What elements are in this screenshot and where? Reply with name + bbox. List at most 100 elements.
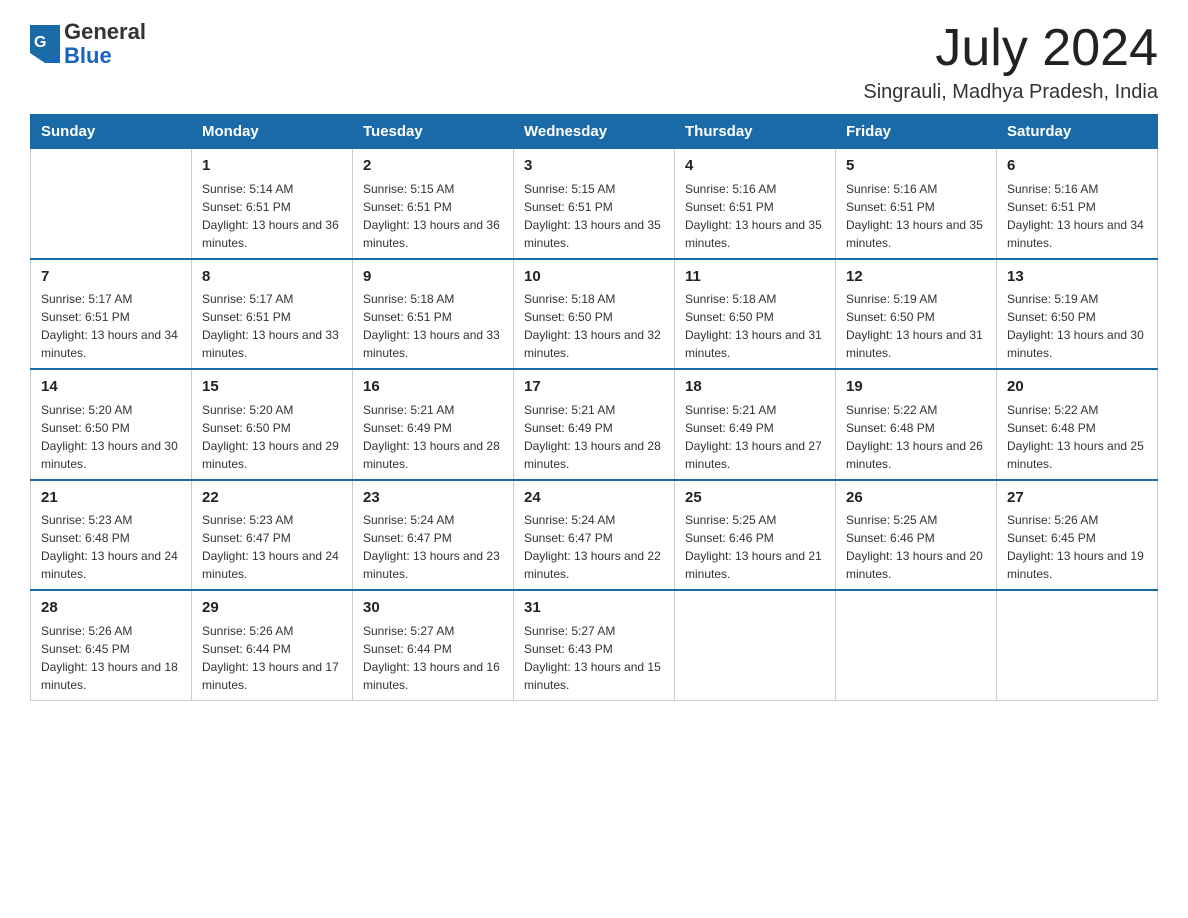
- calendar-cell: 20Sunrise: 5:22 AMSunset: 6:48 PMDayligh…: [997, 369, 1158, 480]
- calendar-cell: 27Sunrise: 5:26 AMSunset: 6:45 PMDayligh…: [997, 480, 1158, 591]
- calendar-cell: 5Sunrise: 5:16 AMSunset: 6:51 PMDaylight…: [836, 149, 997, 259]
- header-thursday: Thursday: [675, 115, 836, 149]
- header-tuesday: Tuesday: [353, 115, 514, 149]
- day-number: 26: [846, 487, 986, 510]
- day-info: Sunrise: 5:18 AMSunset: 6:50 PMDaylight:…: [685, 290, 825, 362]
- calendar-cell: 24Sunrise: 5:24 AMSunset: 6:47 PMDayligh…: [514, 480, 675, 591]
- day-info: Sunrise: 5:17 AMSunset: 6:51 PMDaylight:…: [202, 290, 342, 362]
- week-row-2: 7Sunrise: 5:17 AMSunset: 6:51 PMDaylight…: [31, 259, 1158, 370]
- calendar-cell: [31, 149, 192, 259]
- day-number: 28: [41, 597, 181, 620]
- day-number: 14: [41, 376, 181, 399]
- day-number: 5: [846, 155, 986, 178]
- day-info: Sunrise: 5:24 AMSunset: 6:47 PMDaylight:…: [363, 511, 503, 583]
- calendar-cell: 1Sunrise: 5:14 AMSunset: 6:51 PMDaylight…: [192, 149, 353, 259]
- day-number: 23: [363, 487, 503, 510]
- logo-blue-text: Blue: [64, 44, 146, 68]
- calendar-cell: 14Sunrise: 5:20 AMSunset: 6:50 PMDayligh…: [31, 369, 192, 480]
- calendar-cell: 31Sunrise: 5:27 AMSunset: 6:43 PMDayligh…: [514, 590, 675, 700]
- day-number: 4: [685, 155, 825, 178]
- day-info: Sunrise: 5:19 AMSunset: 6:50 PMDaylight:…: [1007, 290, 1147, 362]
- week-row-5: 28Sunrise: 5:26 AMSunset: 6:45 PMDayligh…: [31, 590, 1158, 700]
- header-friday: Friday: [836, 115, 997, 149]
- day-number: 1: [202, 155, 342, 178]
- day-number: 18: [685, 376, 825, 399]
- day-info: Sunrise: 5:26 AMSunset: 6:45 PMDaylight:…: [41, 622, 181, 694]
- day-info: Sunrise: 5:25 AMSunset: 6:46 PMDaylight:…: [846, 511, 986, 583]
- calendar-cell: 4Sunrise: 5:16 AMSunset: 6:51 PMDaylight…: [675, 149, 836, 259]
- calendar-cell: 9Sunrise: 5:18 AMSunset: 6:51 PMDaylight…: [353, 259, 514, 370]
- calendar-cell: [836, 590, 997, 700]
- day-info: Sunrise: 5:22 AMSunset: 6:48 PMDaylight:…: [846, 401, 986, 473]
- day-number: 25: [685, 487, 825, 510]
- day-info: Sunrise: 5:21 AMSunset: 6:49 PMDaylight:…: [685, 401, 825, 473]
- day-number: 11: [685, 266, 825, 289]
- calendar-cell: 2Sunrise: 5:15 AMSunset: 6:51 PMDaylight…: [353, 149, 514, 259]
- day-number: 16: [363, 376, 503, 399]
- header-sunday: Sunday: [31, 115, 192, 149]
- calendar-cell: [997, 590, 1158, 700]
- day-info: Sunrise: 5:14 AMSunset: 6:51 PMDaylight:…: [202, 180, 342, 252]
- month-title: July 2024: [863, 20, 1158, 77]
- column-headers: SundayMondayTuesdayWednesdayThursdayFrid…: [31, 115, 1158, 149]
- day-info: Sunrise: 5:15 AMSunset: 6:51 PMDaylight:…: [524, 180, 664, 252]
- week-row-4: 21Sunrise: 5:23 AMSunset: 6:48 PMDayligh…: [31, 480, 1158, 591]
- logo-icon: G: [30, 25, 60, 63]
- day-info: Sunrise: 5:21 AMSunset: 6:49 PMDaylight:…: [363, 401, 503, 473]
- day-info: Sunrise: 5:25 AMSunset: 6:46 PMDaylight:…: [685, 511, 825, 583]
- day-info: Sunrise: 5:22 AMSunset: 6:48 PMDaylight:…: [1007, 401, 1147, 473]
- day-number: 22: [202, 487, 342, 510]
- calendar-table: SundayMondayTuesdayWednesdayThursdayFrid…: [30, 114, 1158, 701]
- calendar-cell: 25Sunrise: 5:25 AMSunset: 6:46 PMDayligh…: [675, 480, 836, 591]
- calendar-cell: 11Sunrise: 5:18 AMSunset: 6:50 PMDayligh…: [675, 259, 836, 370]
- calendar-cell: 13Sunrise: 5:19 AMSunset: 6:50 PMDayligh…: [997, 259, 1158, 370]
- day-info: Sunrise: 5:18 AMSunset: 6:50 PMDaylight:…: [524, 290, 664, 362]
- calendar-cell: 21Sunrise: 5:23 AMSunset: 6:48 PMDayligh…: [31, 480, 192, 591]
- location-subtitle: Singrauli, Madhya Pradesh, India: [863, 81, 1158, 104]
- day-number: 6: [1007, 155, 1147, 178]
- header-wednesday: Wednesday: [514, 115, 675, 149]
- day-number: 13: [1007, 266, 1147, 289]
- day-number: 29: [202, 597, 342, 620]
- svg-text:G: G: [34, 34, 46, 51]
- day-number: 3: [524, 155, 664, 178]
- calendar-cell: 19Sunrise: 5:22 AMSunset: 6:48 PMDayligh…: [836, 369, 997, 480]
- header-saturday: Saturday: [997, 115, 1158, 149]
- day-info: Sunrise: 5:19 AMSunset: 6:50 PMDaylight:…: [846, 290, 986, 362]
- calendar-cell: 7Sunrise: 5:17 AMSunset: 6:51 PMDaylight…: [31, 259, 192, 370]
- title-block: July 2024 Singrauli, Madhya Pradesh, Ind…: [863, 20, 1158, 104]
- calendar-cell: 26Sunrise: 5:25 AMSunset: 6:46 PMDayligh…: [836, 480, 997, 591]
- calendar-cell: 10Sunrise: 5:18 AMSunset: 6:50 PMDayligh…: [514, 259, 675, 370]
- day-info: Sunrise: 5:16 AMSunset: 6:51 PMDaylight:…: [685, 180, 825, 252]
- day-number: 8: [202, 266, 342, 289]
- day-info: Sunrise: 5:27 AMSunset: 6:43 PMDaylight:…: [524, 622, 664, 694]
- day-info: Sunrise: 5:23 AMSunset: 6:47 PMDaylight:…: [202, 511, 342, 583]
- day-info: Sunrise: 5:24 AMSunset: 6:47 PMDaylight:…: [524, 511, 664, 583]
- day-number: 20: [1007, 376, 1147, 399]
- calendar-cell: 12Sunrise: 5:19 AMSunset: 6:50 PMDayligh…: [836, 259, 997, 370]
- day-number: 12: [846, 266, 986, 289]
- header-monday: Monday: [192, 115, 353, 149]
- day-info: Sunrise: 5:16 AMSunset: 6:51 PMDaylight:…: [846, 180, 986, 252]
- day-number: 30: [363, 597, 503, 620]
- calendar-cell: 6Sunrise: 5:16 AMSunset: 6:51 PMDaylight…: [997, 149, 1158, 259]
- calendar-cell: 23Sunrise: 5:24 AMSunset: 6:47 PMDayligh…: [353, 480, 514, 591]
- calendar-cell: 8Sunrise: 5:17 AMSunset: 6:51 PMDaylight…: [192, 259, 353, 370]
- logo-text: General Blue: [64, 20, 146, 68]
- week-row-3: 14Sunrise: 5:20 AMSunset: 6:50 PMDayligh…: [31, 369, 1158, 480]
- calendar-cell: 16Sunrise: 5:21 AMSunset: 6:49 PMDayligh…: [353, 369, 514, 480]
- logo: G General Blue: [30, 20, 146, 68]
- day-number: 15: [202, 376, 342, 399]
- day-info: Sunrise: 5:21 AMSunset: 6:49 PMDaylight:…: [524, 401, 664, 473]
- day-info: Sunrise: 5:20 AMSunset: 6:50 PMDaylight:…: [202, 401, 342, 473]
- day-info: Sunrise: 5:27 AMSunset: 6:44 PMDaylight:…: [363, 622, 503, 694]
- day-number: 10: [524, 266, 664, 289]
- day-info: Sunrise: 5:20 AMSunset: 6:50 PMDaylight:…: [41, 401, 181, 473]
- logo-general-text: General: [64, 20, 146, 44]
- day-info: Sunrise: 5:15 AMSunset: 6:51 PMDaylight:…: [363, 180, 503, 252]
- calendar-cell: 15Sunrise: 5:20 AMSunset: 6:50 PMDayligh…: [192, 369, 353, 480]
- week-row-1: 1Sunrise: 5:14 AMSunset: 6:51 PMDaylight…: [31, 149, 1158, 259]
- day-info: Sunrise: 5:23 AMSunset: 6:48 PMDaylight:…: [41, 511, 181, 583]
- calendar-cell: 30Sunrise: 5:27 AMSunset: 6:44 PMDayligh…: [353, 590, 514, 700]
- day-number: 17: [524, 376, 664, 399]
